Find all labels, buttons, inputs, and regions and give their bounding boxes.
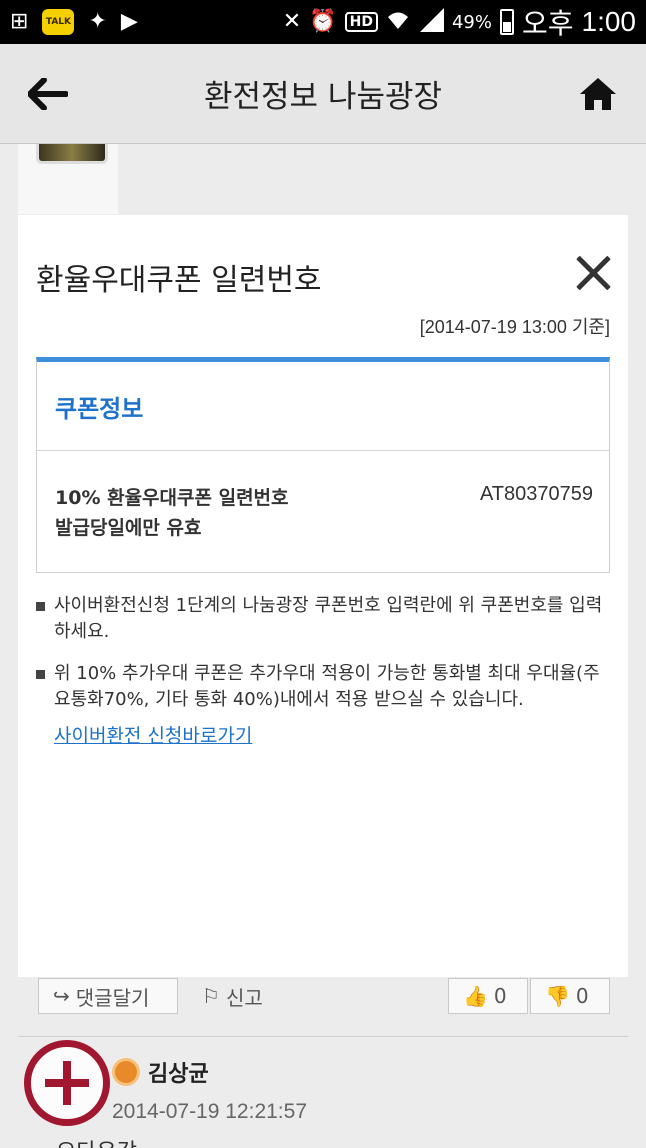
app-header: 환전정보 나눔광장 xyxy=(0,44,646,144)
discount-note: 위 10% 추가우대 쿠폰은 추가우대 적용이 가능한 통화별 최대 우대율(주… xyxy=(36,661,610,713)
coupon-modal: 환율우대쿠폰 일련번호 [2014-07-19 13:00 기준] 쿠폰정보 1… xyxy=(18,215,628,977)
battery-percent: 49% xyxy=(451,11,492,33)
divider xyxy=(18,1036,628,1037)
battery-icon xyxy=(499,9,514,35)
alarm-icon: ⏰ xyxy=(309,9,337,34)
like-count: 0 xyxy=(493,984,507,1008)
back-arrow-icon[interactable] xyxy=(0,44,96,144)
status-bar: ⊞ TALK ✦ ▶ ✕ ⏰ HD 49% 오후 1:00 xyxy=(0,0,646,44)
thumbs-down-icon: 👎 xyxy=(545,984,570,1008)
instruction-note: 사이버환전신청 1단계의 나눔광장 쿠폰번호 입력란에 위 쿠폰번호를 입력하세… xyxy=(36,593,610,645)
clock-time: 1:00 xyxy=(581,6,637,37)
reply-button[interactable]: ↪ 댓글달기 xyxy=(38,978,178,1014)
thumbs-up-icon: 👍 xyxy=(463,984,488,1008)
instruction-note-text: 사이버환전신청 1단계의 나눔광장 쿠폰번호 입력란에 위 쿠폰번호를 입력하세… xyxy=(54,595,603,642)
play-icon: ▶ xyxy=(120,9,138,34)
mute-icon: ✕ xyxy=(282,9,302,34)
wifi-icon xyxy=(386,9,410,36)
bullet-icon xyxy=(36,670,45,679)
signal-icon xyxy=(418,7,444,37)
coupon-info-box: 쿠폰정보 10% 환율우대쿠폰 일련번호 발급당일에만 유효 AT8037075… xyxy=(36,357,610,573)
kakaotalk-icon: TALK xyxy=(42,9,75,35)
reply-button-label: 댓글달기 xyxy=(75,985,150,1010)
reply-arrow-icon: ↪ xyxy=(53,984,70,1008)
coupon-section-header: 쿠폰정보 xyxy=(37,362,609,451)
hd-voice-icon: HD xyxy=(344,12,378,32)
dislike-button[interactable]: 👎 0 xyxy=(530,978,610,1014)
user-badge-icon xyxy=(112,1058,140,1086)
discount-note-text: 위 10% 추가우대 쿠폰은 추가우대 적용이 가능한 통화별 최대 우대율(주… xyxy=(54,663,600,710)
comment-text: 오타유감 xyxy=(56,1134,137,1148)
app-notification-icon: ✦ xyxy=(88,9,107,34)
home-icon[interactable] xyxy=(550,44,646,144)
report-button-label: 신고 xyxy=(225,985,263,1010)
bullet-icon xyxy=(36,602,45,611)
add-button[interactable] xyxy=(24,1040,110,1126)
coupon-code: AT80370759 xyxy=(479,483,593,505)
report-button[interactable]: ⚐ 신고 xyxy=(188,978,278,1014)
coupon-name: 10% 환율우대쿠폰 일련번호 xyxy=(55,487,289,509)
comment-timestamp: 2014-07-19 12:21:57 xyxy=(112,1100,307,1123)
coupon-detail: 10% 환율우대쿠폰 일련번호 발급당일에만 유효 AT80370759 xyxy=(37,451,609,571)
comment-author: 김상균 xyxy=(112,1056,209,1088)
date-note: [2014-07-19 13:00 기준] xyxy=(419,317,610,337)
ampm-label: 오후 xyxy=(521,8,574,39)
report-icon: ⚐ xyxy=(202,984,220,1008)
apply-exchange-link[interactable]: 사이버환전 신청바로가기 xyxy=(54,721,252,748)
add-notification-icon: ⊞ xyxy=(10,9,29,34)
plus-icon xyxy=(45,1061,89,1105)
post-actions: ↪ 댓글달기 ⚐ 신고 👍 0 👎 0 xyxy=(38,978,610,1044)
close-icon[interactable] xyxy=(574,253,614,293)
like-button[interactable]: 👍 0 xyxy=(448,978,528,1014)
comment-author-name: 김상균 xyxy=(148,1062,209,1087)
coupon-validity: 발급당일에만 유효 xyxy=(55,517,202,539)
page-title: 환전정보 나눔광장 xyxy=(203,79,442,115)
modal-title: 환율우대쿠폰 일련번호 xyxy=(36,263,322,298)
dislike-count: 0 xyxy=(575,984,589,1008)
post-thumbnail xyxy=(36,144,108,164)
coupon-section-title: 쿠폰정보 xyxy=(55,394,144,423)
